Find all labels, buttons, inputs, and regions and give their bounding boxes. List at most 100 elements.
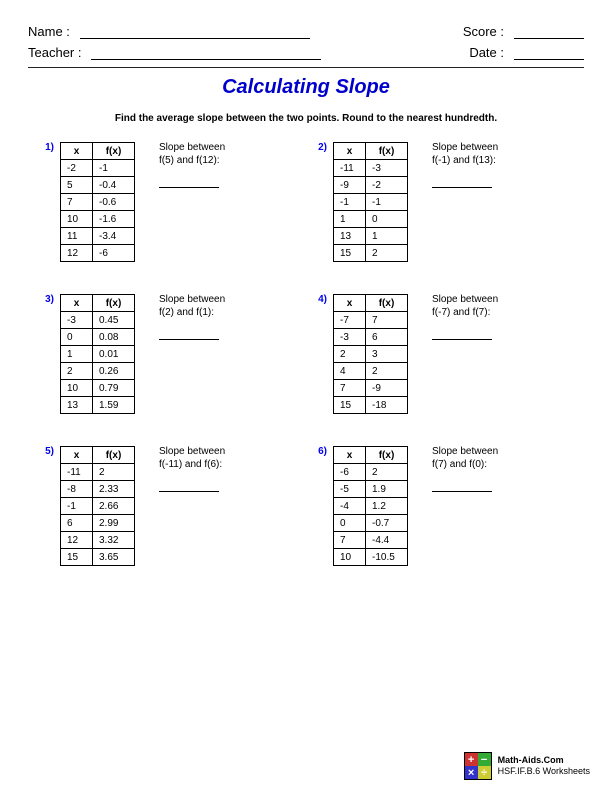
- table-row: 00.08: [61, 329, 135, 346]
- instructions: Find the average slope between the two p…: [28, 113, 584, 124]
- cell-fx: 2.66: [93, 498, 135, 515]
- table-row: 123.32: [61, 532, 135, 549]
- cell-fx: 0.79: [93, 380, 135, 397]
- col-header-fx: f(x): [93, 295, 135, 312]
- answer-line: [159, 176, 219, 188]
- cell-fx: -1: [366, 194, 408, 211]
- cell-fx: 3.32: [93, 532, 135, 549]
- footer-logo: + − × ÷: [464, 752, 492, 780]
- score-input-line: [514, 25, 584, 39]
- name-input-line: [80, 25, 310, 39]
- slope-prompt: Slope between f(2) and f(1):: [159, 294, 249, 414]
- problem-number: 1): [38, 142, 54, 262]
- col-header-x: x: [334, 143, 366, 160]
- slope-prompt: Slope betweenf(7) and f(0):: [432, 446, 522, 566]
- cell-x: 7: [334, 380, 366, 397]
- col-header-fx: f(x): [366, 295, 408, 312]
- cell-x: 7: [61, 194, 93, 211]
- col-header-fx: f(x): [93, 143, 135, 160]
- table-row: 131: [334, 228, 408, 245]
- table-row: 100.79: [61, 380, 135, 397]
- problem: 6)xf(x)-62-51.9-41.20-0.77-4.410-10.5Slo…: [311, 446, 574, 566]
- table-row: -12.66: [61, 498, 135, 515]
- cell-fx: 1.2: [366, 498, 408, 515]
- col-header-x: x: [334, 295, 366, 312]
- score-label: Score :: [463, 24, 504, 39]
- cell-fx: -9: [366, 380, 408, 397]
- cell-x: -4: [334, 498, 366, 515]
- cell-x: -6: [334, 464, 366, 481]
- cell-fx: 2.99: [93, 515, 135, 532]
- cell-x: 1: [334, 211, 366, 228]
- page-title: Calculating Slope: [28, 76, 584, 99]
- teacher-input-line: [91, 46, 321, 60]
- cell-fx: -3.4: [93, 228, 135, 245]
- cell-x: -11: [61, 464, 93, 481]
- slope-points: f(2) and f(1):: [159, 307, 249, 318]
- table-row: -77: [334, 312, 408, 329]
- cell-x: 13: [61, 397, 93, 414]
- slope-prompt: Slope between f(-7) and f(7):: [432, 294, 522, 414]
- cell-x: 15: [334, 245, 366, 262]
- col-header-fx: f(x): [93, 447, 135, 464]
- table-row: -41.2: [334, 498, 408, 515]
- data-table: xf(x)-2-15-0.47-0.610-1.611-3.412-6: [60, 142, 135, 262]
- table-row: -2-1: [61, 160, 135, 177]
- problem-number: 5): [38, 446, 54, 566]
- cell-x: -11: [334, 160, 366, 177]
- table-row: 15-18: [334, 397, 408, 414]
- problem: 5)xf(x)-112-82.33-12.6662.99123.32153.65…: [38, 446, 301, 566]
- col-header-x: x: [61, 447, 93, 464]
- footer-sitename: Math-Aids.Com: [498, 755, 590, 766]
- table-row: -36: [334, 329, 408, 346]
- cell-x: -8: [61, 481, 93, 498]
- cell-fx: 0.45: [93, 312, 135, 329]
- table-row: -11-3: [334, 160, 408, 177]
- cell-fx: 2.33: [93, 481, 135, 498]
- answer-line: [159, 328, 219, 340]
- data-table: xf(x)-11-3-9-2-1-110131152: [333, 142, 408, 262]
- cell-fx: 2: [93, 464, 135, 481]
- problem: 3)xf(x)-30.4500.0810.0120.26100.79131.59…: [38, 294, 301, 414]
- table-row: 10-10.5: [334, 549, 408, 566]
- slope-label: Slope between: [159, 446, 249, 457]
- cell-fx: -18: [366, 397, 408, 414]
- table-row: 11-3.4: [61, 228, 135, 245]
- cell-x: -3: [61, 312, 93, 329]
- data-table: xf(x)-30.4500.0810.0120.26100.79131.59: [60, 294, 135, 414]
- cell-fx: 0: [366, 211, 408, 228]
- table-row: 62.99: [61, 515, 135, 532]
- problem: 4)xf(x)-77-3623427-915-18Slope betweenf(…: [311, 294, 574, 414]
- col-header-fx: f(x): [366, 447, 408, 464]
- cell-x: 13: [334, 228, 366, 245]
- cell-x: -9: [334, 177, 366, 194]
- table-row: 0-0.7: [334, 515, 408, 532]
- slope-points: f(-7) and f(7):: [432, 307, 522, 318]
- cell-x: 15: [334, 397, 366, 414]
- slope-label: Slope between: [432, 294, 522, 305]
- table-row: 42: [334, 363, 408, 380]
- cell-fx: 1.59: [93, 397, 135, 414]
- table-row: 23: [334, 346, 408, 363]
- cell-fx: -10.5: [366, 549, 408, 566]
- data-table: xf(x)-62-51.9-41.20-0.77-4.410-10.5: [333, 446, 408, 566]
- col-header-x: x: [334, 447, 366, 464]
- table-row: -9-2: [334, 177, 408, 194]
- problem-number: 3): [38, 294, 54, 414]
- cell-fx: -0.7: [366, 515, 408, 532]
- table-row: -62: [334, 464, 408, 481]
- cell-fx: 1: [366, 228, 408, 245]
- slope-label: Slope between: [159, 294, 249, 305]
- table-row: 7-0.6: [61, 194, 135, 211]
- slope-label: Slope between: [432, 142, 522, 153]
- table-row: -51.9: [334, 481, 408, 498]
- table-row: 7-4.4: [334, 532, 408, 549]
- col-header-x: x: [61, 295, 93, 312]
- slope-points: f(7) and f(0):: [432, 459, 522, 470]
- data-table: xf(x)-77-3623427-915-18: [333, 294, 408, 414]
- logo-plus-icon: +: [465, 753, 478, 766]
- cell-fx: 6: [366, 329, 408, 346]
- cell-fx: 2: [366, 245, 408, 262]
- answer-line: [159, 480, 219, 492]
- cell-x: 4: [334, 363, 366, 380]
